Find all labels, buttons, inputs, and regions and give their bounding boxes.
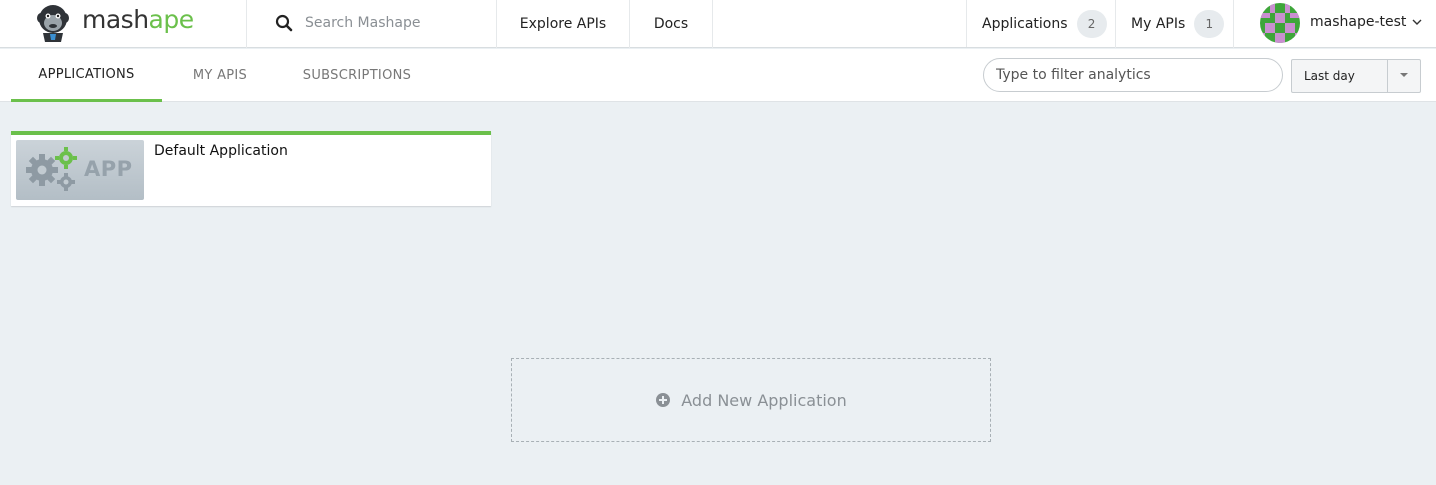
gears-icon [26, 147, 77, 191]
nav-applications[interactable]: Applications 2 [967, 0, 1116, 48]
logo-text-mash: mash [82, 5, 149, 34]
search-icon[interactable] [275, 14, 293, 32]
my-apis-count-badge: 1 [1194, 10, 1225, 38]
username: mashape-test [1310, 14, 1407, 30]
application-card[interactable]: APP Default Application [11, 131, 491, 206]
add-new-application-button[interactable]: Add New Application [511, 358, 991, 442]
time-range-value: Last day [1304, 69, 1355, 83]
analytics-filter-input[interactable] [983, 58, 1283, 92]
nav-applications-label: Applications [982, 16, 1068, 32]
chevron-down-icon [1412, 19, 1422, 25]
dropdown-arrow-icon [1400, 73, 1408, 77]
header-spacer [713, 0, 967, 47]
search-input[interactable] [305, 12, 485, 34]
application-name[interactable]: Default Application [154, 143, 288, 159]
logo-wordmark: mashape [82, 5, 194, 34]
tab-subscriptions[interactable]: SUBSCRIPTIONS [290, 49, 424, 102]
search-bar [247, 0, 497, 48]
time-range-select[interactable]: Last day [1291, 59, 1421, 93]
top-header: mashape Explore APIs Docs Applications 2… [0, 0, 1436, 48]
plus-circle-icon [656, 393, 671, 407]
select-divider [1387, 60, 1388, 92]
nav-my-apis-label: My APIs [1131, 16, 1186, 32]
app-thumbnail-label: APP [84, 157, 133, 181]
nav-docs[interactable]: Docs [630, 0, 713, 48]
tab-applications[interactable]: APPLICATIONS [11, 49, 162, 102]
sub-navigation: APPLICATIONS MY APIS SUBSCRIPTIONS Last … [0, 49, 1436, 102]
user-menu[interactable]: mashape-test [1234, 0, 1436, 48]
logo-text-ape: ape [148, 5, 195, 34]
add-new-application-label: Add New Application [681, 390, 847, 410]
tab-my-apis[interactable]: MY APIS [176, 49, 264, 102]
nav-explore-apis[interactable]: Explore APIs [497, 0, 630, 48]
avatar [1260, 3, 1300, 43]
app-thumbnail: APP [16, 140, 144, 200]
mashape-logo[interactable]: mashape [0, 0, 247, 48]
nav-my-apis[interactable]: My APIs 1 [1116, 0, 1234, 48]
gorilla-mascot-icon [37, 5, 69, 42]
applications-count-badge: 2 [1076, 10, 1107, 38]
